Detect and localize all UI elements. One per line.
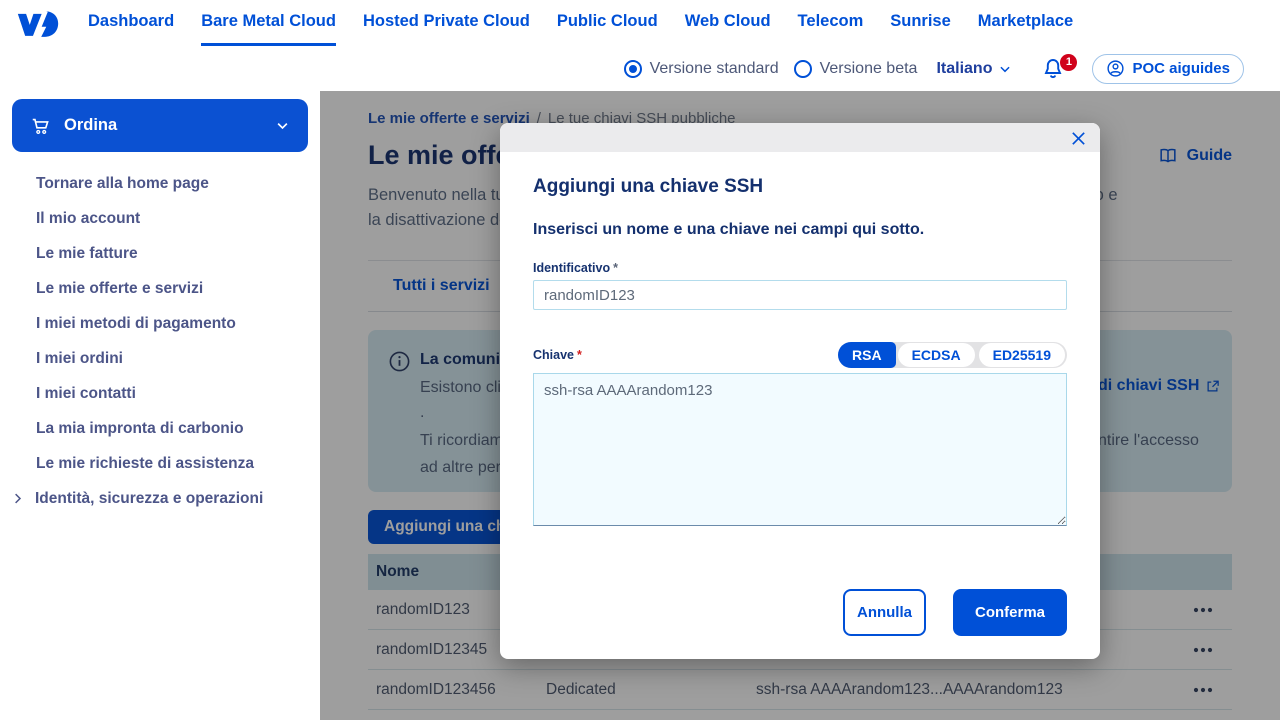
order-button-label: Ordina (64, 116, 117, 135)
modal-subtitle: Inserisci un nome e una chiave nei campi… (533, 221, 1067, 239)
app-window: Dashboard Bare Metal Cloud Hosted Privat… (0, 0, 1280, 720)
nav-item-hosted-private-cloud[interactable]: Hosted Private Cloud (363, 0, 530, 46)
required-asterisk: * (613, 261, 618, 275)
key-type-ecdsa-button[interactable]: ECDSA (898, 343, 975, 367)
nav-item-sunrise[interactable]: Sunrise (890, 0, 951, 46)
radio-version-standard-label: Versione standard (650, 60, 779, 78)
language-selector[interactable]: Italiano (936, 60, 1012, 78)
key-type-rsa-button[interactable]: RSA (838, 342, 896, 368)
cancel-button[interactable]: Annulla (843, 589, 926, 636)
header-controls: Versione standard Versione beta Italiano… (0, 46, 1280, 91)
key-value-textarea[interactable]: ssh-rsa AAAArandom123 (533, 373, 1067, 526)
add-ssh-key-modal: Aggiungi una chiave SSH Inserisci un nom… (500, 123, 1100, 659)
nav-item-telecom[interactable]: Telecom (798, 0, 864, 46)
radio-selected-icon (624, 60, 642, 78)
notification-badge: 1 (1060, 54, 1077, 71)
radio-version-beta[interactable]: Versione beta (794, 60, 918, 78)
nav-item-web-cloud[interactable]: Web Cloud (685, 0, 771, 46)
sidebar: Ordina Tornare alla home page Il mio acc… (0, 91, 320, 720)
primary-nav: Dashboard Bare Metal Cloud Hosted Privat… (88, 0, 1073, 46)
cart-icon (30, 115, 52, 137)
notifications-button[interactable]: 1 (1041, 56, 1077, 82)
account-button[interactable]: POC aiguides (1092, 54, 1244, 84)
sidebar-item-account[interactable]: Il mio account (0, 201, 320, 236)
sidebar-item-invoices[interactable]: Le mie fatture (0, 236, 320, 271)
radio-version-standard[interactable]: Versione standard (624, 60, 779, 78)
confirm-button[interactable]: Conferma (953, 589, 1067, 636)
radio-unselected-icon (794, 60, 812, 78)
key-label: Chiave* (533, 348, 582, 362)
key-type-toggle: RSA ECDSA ED25519 (838, 342, 1067, 368)
ovhcloud-logo-icon[interactable] (16, 8, 60, 40)
modal-header-bar (500, 123, 1100, 152)
sidebar-item-contacts[interactable]: I miei contatti (0, 376, 320, 411)
required-asterisk: * (577, 348, 582, 362)
nav-item-dashboard[interactable]: Dashboard (88, 0, 174, 46)
sidebar-item-label: Identità, sicurezza e operazioni (35, 490, 263, 508)
radio-version-beta-label: Versione beta (820, 60, 918, 78)
chevron-right-icon (10, 491, 25, 506)
sidebar-item-support-requests[interactable]: Le mie richieste di assistenza (0, 446, 320, 481)
main-nav: Dashboard Bare Metal Cloud Hosted Privat… (0, 0, 1280, 46)
identifier-input[interactable] (533, 280, 1067, 310)
nav-item-bare-metal-cloud[interactable]: Bare Metal Cloud (201, 0, 336, 46)
sidebar-item-payment-methods[interactable]: I miei metodi di pagamento (0, 306, 320, 341)
sidebar-item-identity-security[interactable]: Identità, sicurezza e operazioni (0, 481, 320, 516)
top-header: Dashboard Bare Metal Cloud Hosted Privat… (0, 0, 1280, 91)
key-type-ed25519-button[interactable]: ED25519 (979, 343, 1065, 367)
sidebar-item-orders[interactable]: I miei ordini (0, 341, 320, 376)
close-icon[interactable] (1066, 126, 1090, 150)
modal-title: Aggiungi una chiave SSH (533, 176, 1067, 198)
sidebar-menu: Tornare alla home page Il mio account Le… (0, 158, 320, 516)
sidebar-item-services[interactable]: Le mie offerte e servizi (0, 271, 320, 306)
language-label: Italiano (936, 60, 992, 78)
chevron-down-icon (275, 118, 290, 133)
sidebar-item-carbon-footprint[interactable]: La mia impronta di carbonio (0, 411, 320, 446)
nav-item-marketplace[interactable]: Marketplace (978, 0, 1073, 46)
identifier-label: Identificativo* (533, 261, 1067, 275)
user-circle-icon (1106, 59, 1125, 78)
nav-item-public-cloud[interactable]: Public Cloud (557, 0, 658, 46)
order-button[interactable]: Ordina (12, 99, 308, 152)
chevron-down-icon (998, 62, 1012, 76)
account-label: POC aiguides (1132, 60, 1230, 77)
sidebar-item-home[interactable]: Tornare alla home page (0, 166, 320, 201)
